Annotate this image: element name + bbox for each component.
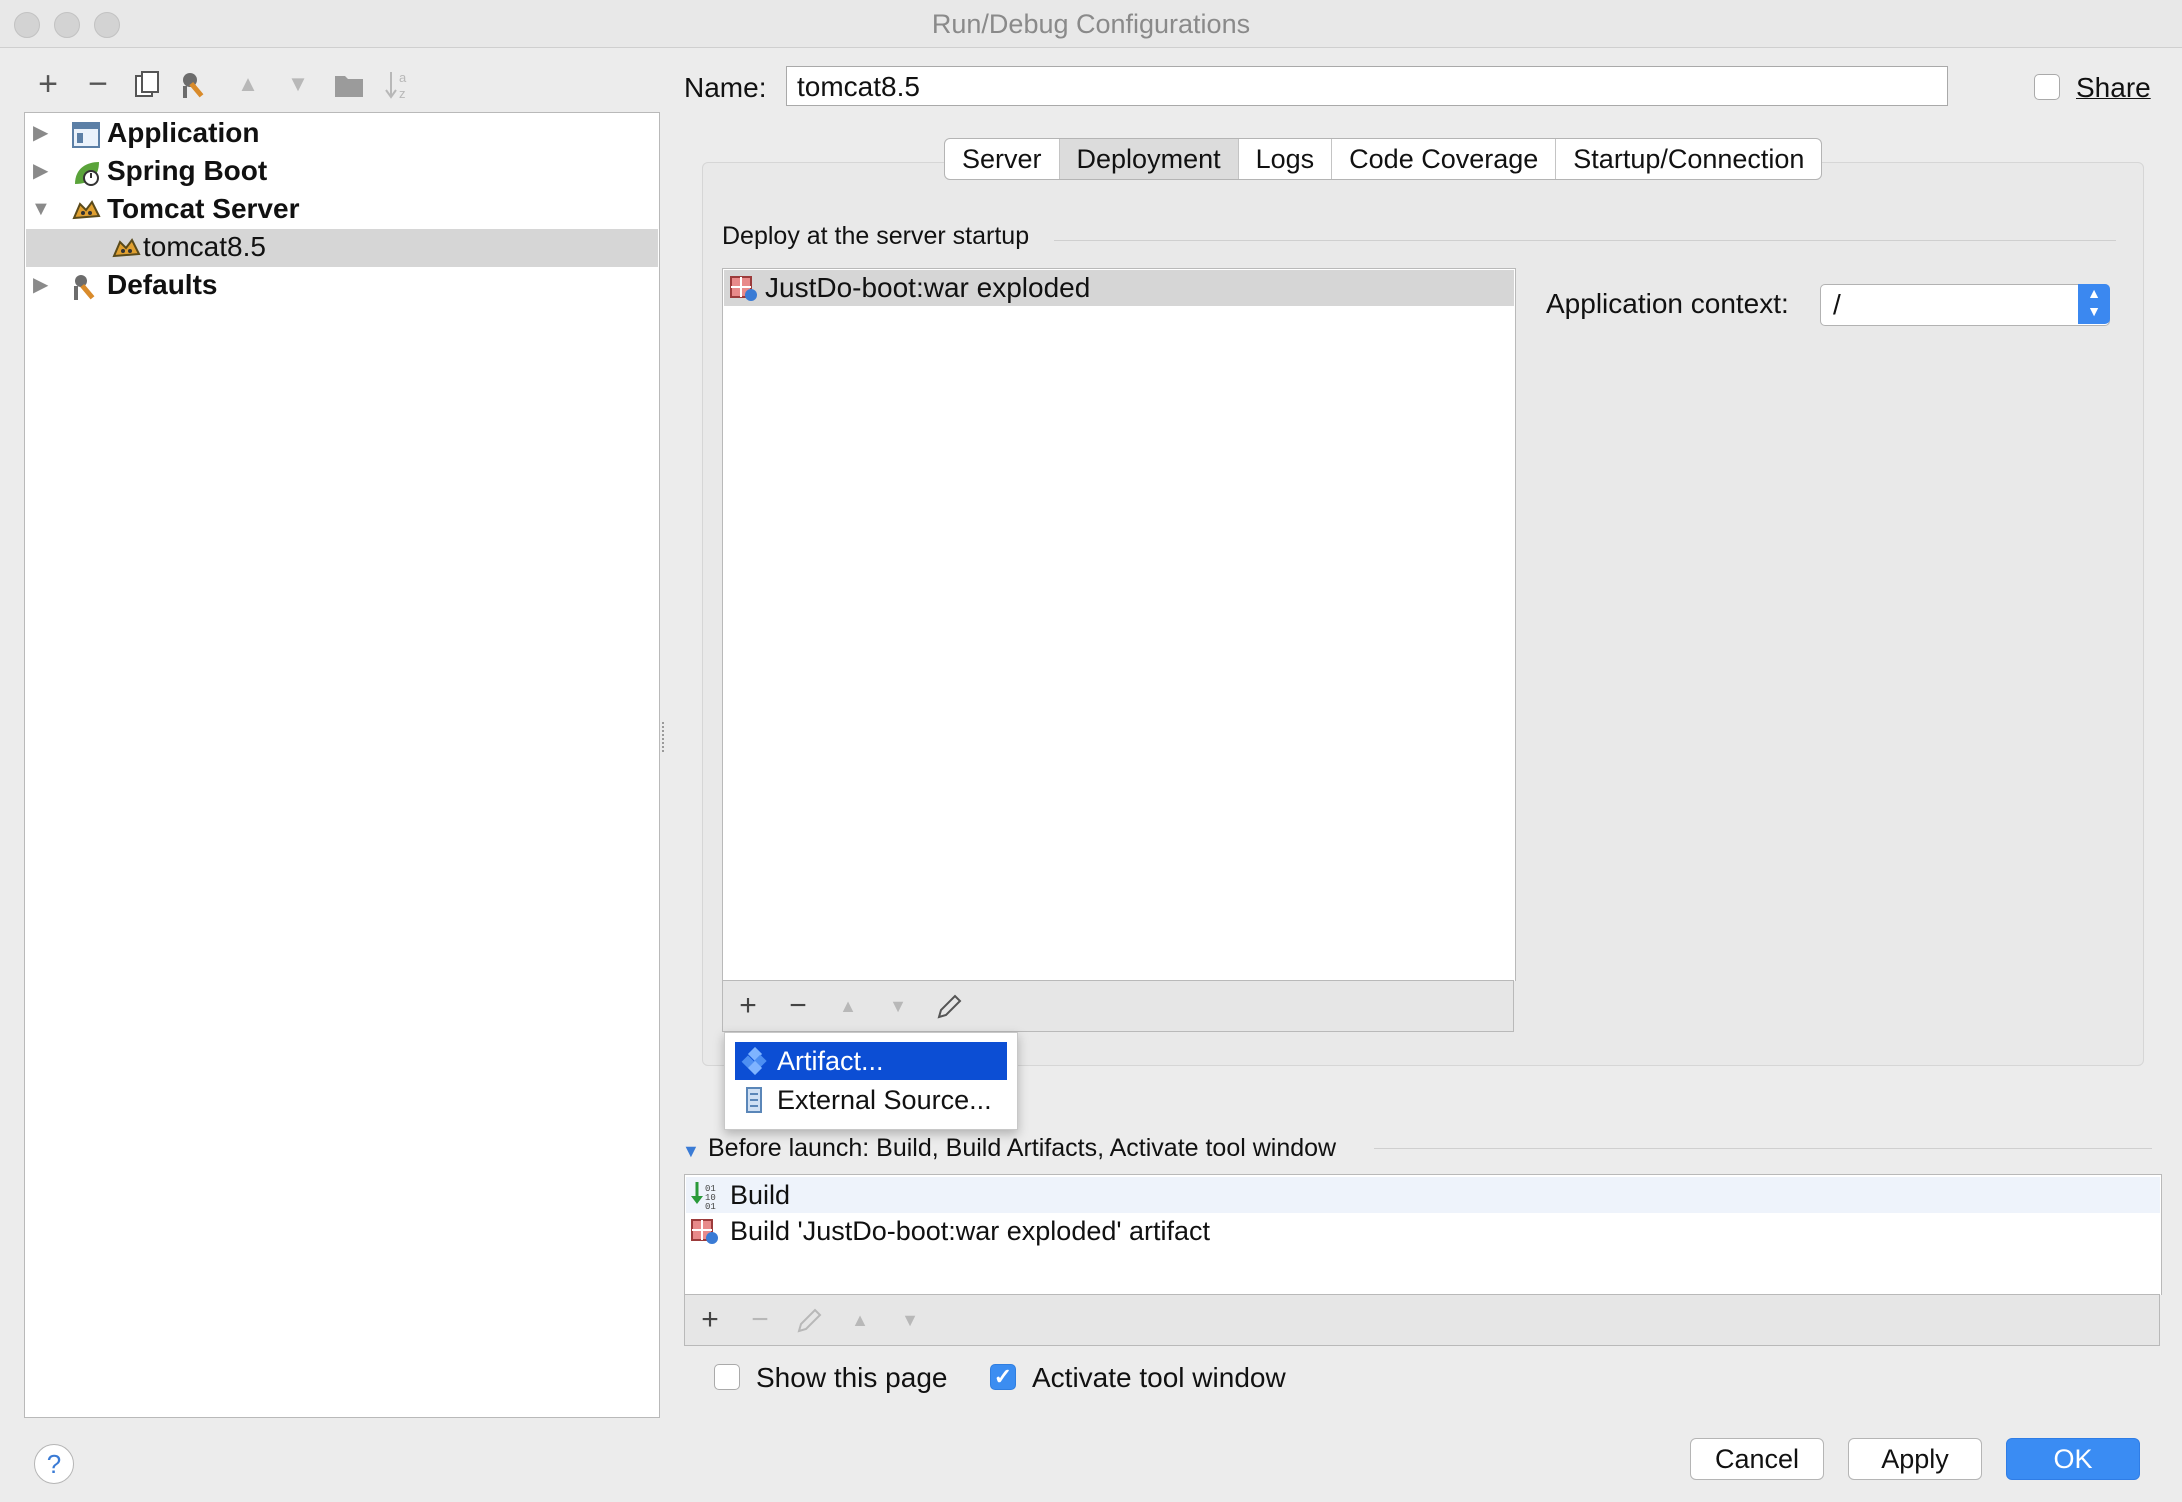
deploy-artifact-list[interactable]: JustDo-boot:war exploded [722,268,1516,981]
remove-icon[interactable]: − [781,989,815,1023]
cancel-button[interactable]: Cancel [1690,1438,1824,1480]
move-up-icon[interactable]: ▲ [843,1303,877,1337]
deploy-group-title: Deploy at the server startup [722,222,1030,250]
splitter-handle[interactable] [662,722,668,752]
remove-icon[interactable]: − [743,1303,777,1337]
menu-item-artifact[interactable]: Artifact... [735,1042,1007,1080]
menu-item-artifact-label: Artifact... [777,1046,884,1076]
build-icon: 011001 [691,1182,716,1210]
svg-text:a: a [399,70,407,85]
move-up-icon[interactable]: ▲ [831,989,865,1023]
expand-arrow-icon[interactable]: ▶ [33,153,48,189]
move-down-icon[interactable]: ▼ [881,989,915,1023]
share-checkbox[interactable] [2034,74,2060,100]
folder-icon[interactable] [334,72,364,100]
help-button[interactable]: ? [34,1444,74,1484]
tree-item-defaults[interactable]: Defaults [107,267,217,303]
name-field[interactable]: tomcat8.5 [786,66,1948,106]
name-label: Name: [684,72,767,103]
tomcat-icon [72,200,101,220]
add-icon[interactable]: + [693,1303,727,1337]
apply-button[interactable]: Apply [1848,1438,1982,1480]
svg-text:01: 01 [705,1202,716,1210]
application-context-value: / [1833,289,1841,320]
before-launch-item-label: Build [730,1180,791,1210]
collapse-arrow-icon[interactable]: ▼ [682,1141,700,1162]
sort-icon[interactable]: az [384,68,414,102]
add-popup-menu: Artifact... External Source... [724,1032,1018,1130]
move-down-icon[interactable]: ▼ [893,1303,927,1337]
list-item[interactable]: Build 'JustDo-boot:war exploded' artifac… [686,1213,2160,1249]
tab-logs[interactable]: Logs [1239,139,1333,179]
activate-tool-window-label[interactable]: Activate tool window [1032,1362,1286,1394]
configuration-tree[interactable]: ▶ Application ▶ Spring Boot ▼ Tomcat Ser… [24,112,660,1418]
show-this-page-checkbox[interactable] [714,1364,740,1390]
tab-startup-connection[interactable]: Startup/Connection [1556,139,1821,179]
list-item[interactable]: 01 10 01 Build [686,1177,2160,1213]
title-bar: Run/Debug Configurations [0,0,2182,48]
show-this-page-label[interactable]: Show this page [756,1362,947,1394]
move-down-icon[interactable]: ▼ [278,64,318,104]
window-title: Run/Debug Configurations [931,9,1251,39]
before-launch-list[interactable]: 01 10 01 Build Build 'JustDo-boot:war expl… [684,1174,2162,1295]
wrench-icon [74,275,95,300]
application-context-label: Application context: [1546,288,1789,319]
move-up-icon[interactable]: ▲ [228,64,268,104]
deploy-list-toolbar: + − ▲ ▼ [722,980,1514,1032]
share-label[interactable]: Share [2076,72,2151,104]
tab-deployment[interactable]: Deployment [1059,139,1239,179]
spring-boot-icon [75,162,99,186]
menu-item-external-source-label: External Source... [777,1085,992,1115]
artifact-icon [741,1047,767,1075]
pencil-icon[interactable] [795,1307,823,1335]
deploy-artifact-item[interactable]: JustDo-boot:war exploded [765,270,1090,306]
before-launch-toolbar: + − ▲ ▼ [684,1294,2160,1346]
edit-defaults-icon[interactable] [180,70,214,100]
expand-arrow-icon[interactable]: ▶ [33,267,48,303]
combo-spinner-icon[interactable]: ▲ ▼ [2078,284,2110,324]
group-separator [1374,1148,2152,1149]
remove-icon[interactable]: − [78,64,118,104]
pencil-icon[interactable] [935,993,963,1021]
before-launch-title: Before launch: Build, Build Artifacts, A… [708,1134,1337,1162]
tree-item-tomcat-server[interactable]: Tomcat Server [107,191,299,227]
application-icon [72,122,100,148]
tree-item-tomcat8-5[interactable]: tomcat8.5 [143,229,266,265]
add-icon[interactable]: + [28,64,68,104]
artifact-war-icon [691,1219,718,1244]
artifact-war-icon [730,276,757,301]
expand-arrow-icon[interactable]: ▶ [33,115,48,151]
tab-bar: Server Deployment Logs Code Coverage Sta… [944,138,1823,180]
menu-item-external-source[interactable]: External Source... [735,1081,1007,1119]
tab-code-coverage[interactable]: Code Coverage [1332,139,1557,179]
activate-tool-window-checkbox[interactable]: ✓ [990,1364,1016,1390]
collapse-arrow-icon[interactable]: ▼ [31,191,51,227]
application-context-combo[interactable]: / ▲ ▼ [1820,284,2110,326]
copy-icon[interactable] [132,70,162,100]
add-icon[interactable]: + [731,989,765,1023]
tree-item-application[interactable]: Application [107,115,259,151]
svg-text:z: z [399,86,406,101]
tab-server[interactable]: Server [945,139,1060,179]
tree-item-spring-boot[interactable]: Spring Boot [107,153,267,189]
group-separator [1054,240,2116,241]
ok-button[interactable]: OK [2006,1438,2140,1480]
tomcat-icon [112,238,141,258]
external-source-icon [746,1087,762,1113]
before-launch-item-label: Build 'JustDo-boot:war exploded' artifac… [730,1216,1211,1246]
